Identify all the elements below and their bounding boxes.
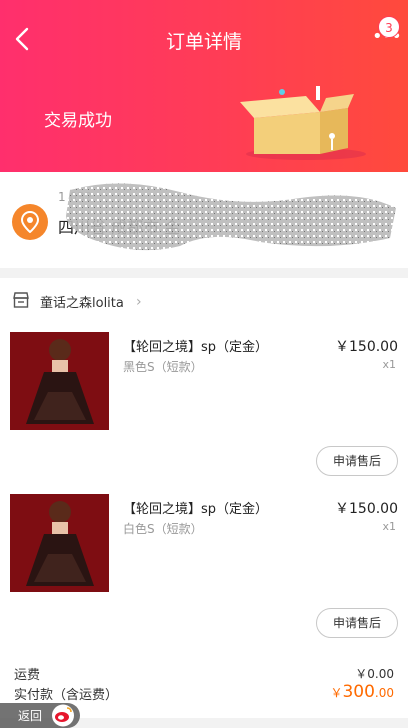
- product-quantity: x1: [382, 520, 396, 533]
- product-thumbnail: [10, 332, 109, 430]
- location-pin-icon: [12, 204, 48, 240]
- header-banner: 订单详情 ••• 3 交易成功: [0, 0, 408, 172]
- order-status: 交易成功: [44, 111, 112, 131]
- request-after-sale-button[interactable]: 申请售后: [316, 608, 398, 638]
- product-quantity: x1: [382, 358, 396, 371]
- product-price: ￥150.00: [335, 339, 398, 355]
- redaction-glitter: [66, 183, 396, 251]
- product-price: ￥150.00: [335, 501, 398, 517]
- shop-name: 童话之森lolita: [40, 296, 124, 311]
- shop-icon: [13, 292, 29, 308]
- total-integer: 300: [342, 682, 375, 702]
- shipping-label: 运费: [14, 668, 41, 683]
- weibo-icon[interactable]: [50, 703, 76, 728]
- return-label: 返回: [18, 709, 43, 723]
- product-title: 【轮回之境】sp（定金）: [123, 340, 269, 355]
- total-currency: ￥: [330, 686, 343, 700]
- page-title: 订单详情: [165, 31, 242, 53]
- product-variant: 黑色S（短款）: [123, 360, 203, 374]
- product-variant: 白色S（短款）: [123, 522, 203, 536]
- total-amount: ￥300.00: [330, 682, 394, 702]
- shipping-value: ￥0.00: [355, 667, 394, 681]
- order-card: 童话之森lolita › 【轮回之境】sp（定金） 黑色S（短款） ￥150.0…: [0, 278, 408, 718]
- total-label: 实付款（含运费）: [14, 688, 119, 703]
- request-after-sale-button[interactable]: 申请售后: [316, 446, 398, 476]
- product-thumbnail: [10, 494, 109, 592]
- order-item[interactable]: 【轮回之境】sp（定金） 黑色S（短款） ￥150.00 x1 申请售后: [0, 332, 408, 482]
- notification-badge: 3: [378, 16, 400, 38]
- shop-row[interactable]: 童话之森lolita ›: [0, 288, 408, 314]
- total-decimal: .00: [374, 686, 394, 700]
- package-box-illustration: [240, 86, 366, 160]
- order-item[interactable]: 【轮回之境】sp（定金） 白色S（短款） ￥150.00 x1 申请售后: [0, 494, 408, 644]
- product-title: 【轮回之境】sp（定金）: [123, 502, 269, 517]
- chevron-right-icon: ›: [136, 294, 142, 310]
